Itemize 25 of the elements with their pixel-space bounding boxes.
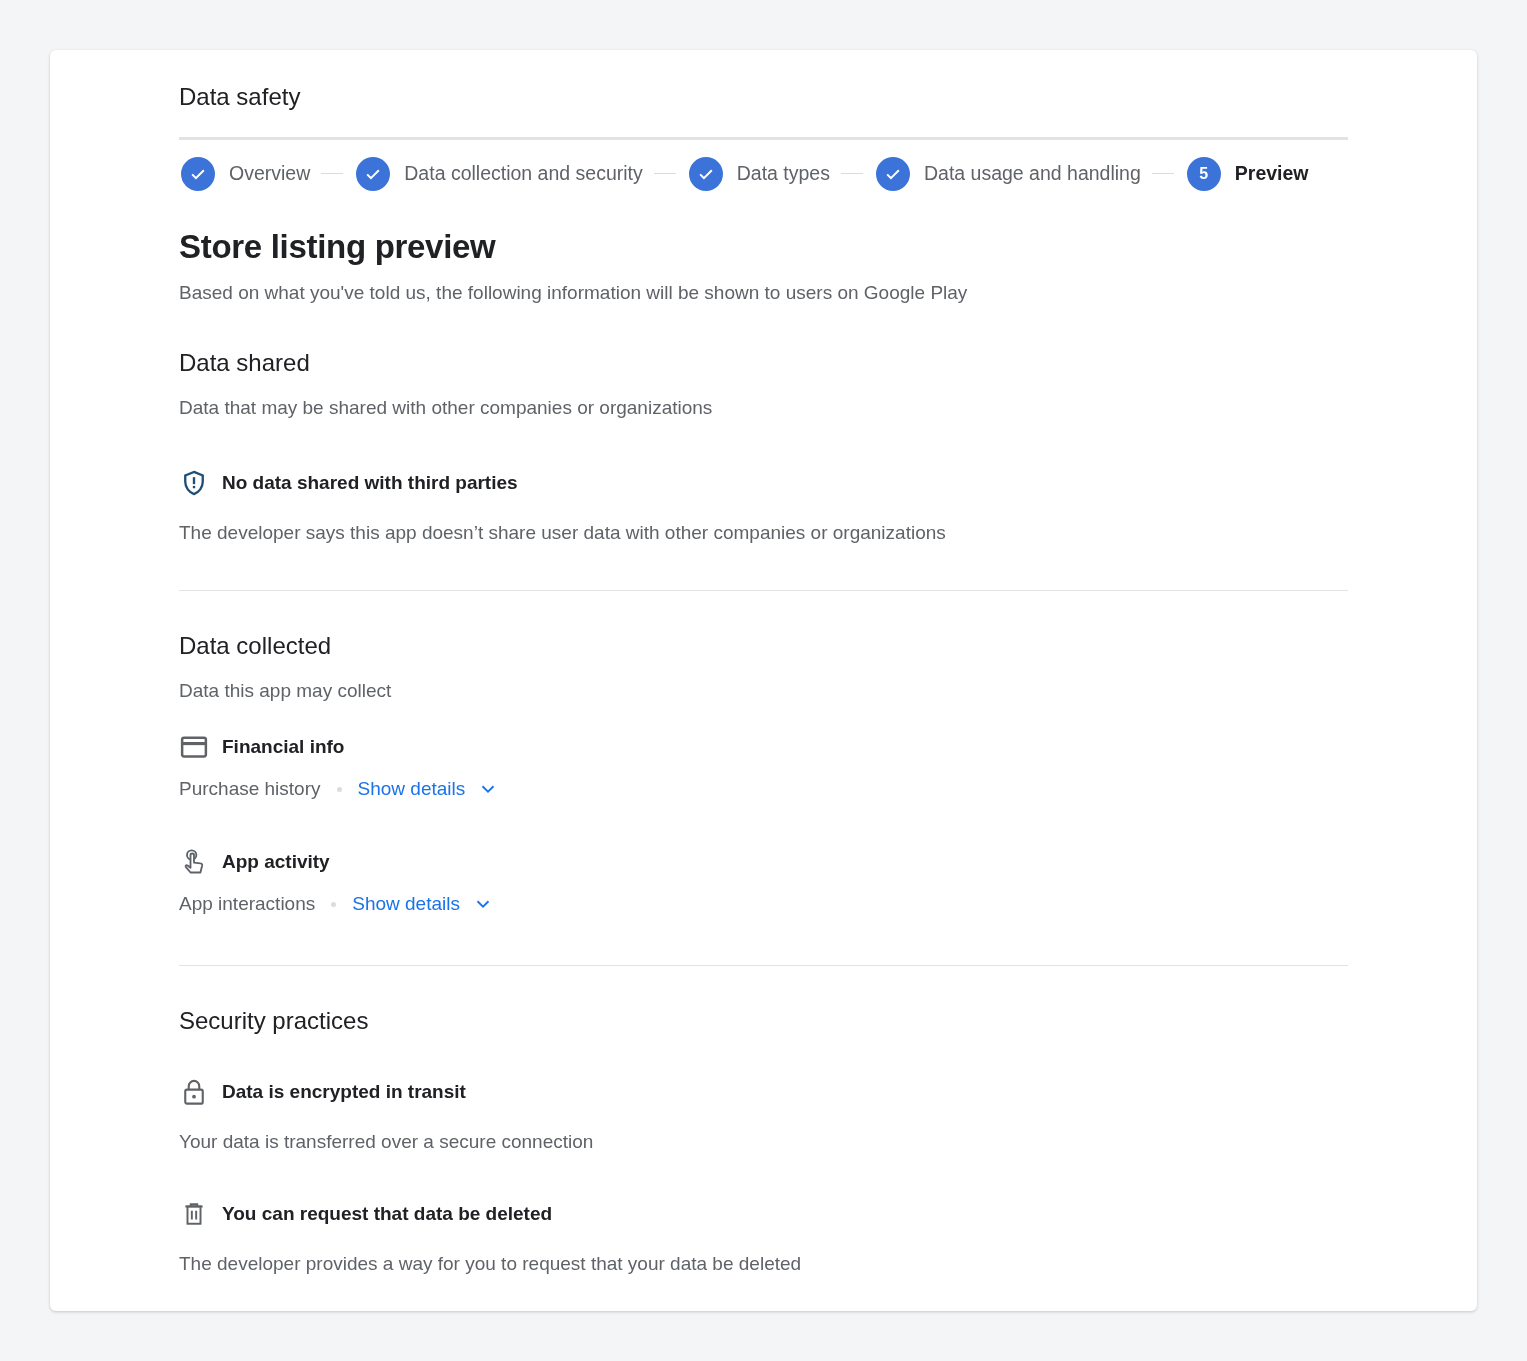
section-subtitle: Data that may be shared with other companies or organizations: [179, 396, 714, 420]
section-title: Data collected: [179, 631, 333, 661]
item-title: You can request that data be deleted: [222, 1203, 553, 1225]
item-description: The developer provides a way for you to request that your data be deleted: [179, 1252, 803, 1276]
step-tab[interactable]: Data collection and security: [354, 156, 643, 191]
step-tab[interactable]: Data usage and handling: [873, 156, 1141, 191]
data-types-text: App interactions: [179, 893, 316, 915]
page-title: Data safety: [179, 83, 302, 111]
item-description: Your data is transferred over a secure connection: [179, 1130, 595, 1154]
section-title: Data shared: [179, 348, 311, 378]
section-heading: Store listing preview: [179, 227, 497, 267]
data-types-text: Purchase history: [179, 778, 321, 800]
item-description: The developer says this app doesn’t share user data with other companies or organizations: [179, 521, 947, 545]
subtitle-text: Based on what you've told us, the following information will be shown to users on Google Play: [179, 281, 969, 305]
step-tab[interactable]: Overview: [179, 156, 311, 191]
category-title: Financial info: [222, 736, 345, 758]
step-tab[interactable]: Data types: [686, 156, 830, 191]
step-tab[interactable]: 5 Preview: [1184, 156, 1309, 191]
category-title: App activity: [222, 851, 330, 873]
show-details-link[interactable]: Show details: [357, 778, 500, 800]
section-subtitle: Data this app may collect: [179, 679, 393, 703]
item-title: No data shared with third parties: [222, 472, 518, 494]
section-title: Security practices: [179, 1006, 370, 1036]
item-title: Data is encrypted in transit: [222, 1081, 466, 1103]
show-details-link[interactable]: Show details: [352, 893, 494, 915]
